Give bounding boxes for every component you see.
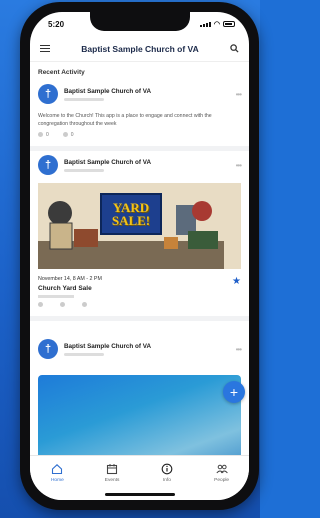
comment-button[interactable] <box>60 302 68 308</box>
church-avatar[interactable]: † <box>38 339 58 359</box>
info-icon <box>161 463 173 475</box>
event-date: November 14, 8 AM - 2 PM <box>38 276 102 282</box>
tab-home[interactable]: Home <box>37 463 77 500</box>
like-button[interactable] <box>38 302 46 308</box>
notch <box>90 12 190 31</box>
add-post-button[interactable]: + <box>223 381 245 403</box>
post-author[interactable]: Baptist Sample Church of VA <box>64 88 230 95</box>
post-reactions: 0 0 <box>38 132 241 138</box>
home-icon <box>52 464 63 475</box>
tab-label: People <box>214 478 230 483</box>
phone-screen: 5:20 ◠ Baptist Sample Church of VA Recen… <box>30 12 249 500</box>
section-title: Recent Activity <box>38 69 85 76</box>
status-time: 5:20 <box>48 19 65 29</box>
post-image[interactable] <box>38 375 241 455</box>
more-options-icon[interactable]: ••• <box>236 161 242 170</box>
more-options-icon[interactable]: ••• <box>236 90 242 99</box>
church-avatar[interactable]: † <box>38 155 58 175</box>
post-header: † Baptist Sample Church of VA ••• <box>38 339 242 359</box>
phone-frame: 5:20 ◠ Baptist Sample Church of VA Recen… <box>20 2 259 510</box>
church-avatar[interactable]: † <box>38 84 58 104</box>
post-card[interactable]: † Baptist Sample Church of VA ••• <box>30 151 249 321</box>
post-author[interactable]: Baptist Sample Church of VA <box>64 343 230 350</box>
more-options-icon[interactable]: ••• <box>236 345 242 354</box>
tab-people[interactable]: People <box>202 463 242 500</box>
home-indicator[interactable] <box>105 493 175 496</box>
battery-icon <box>223 21 235 27</box>
tab-label: Events <box>104 478 120 483</box>
event-location <box>38 295 74 298</box>
like-icon <box>38 132 43 138</box>
post-timestamp <box>64 97 104 101</box>
menu-icon[interactable] <box>40 44 50 53</box>
feed[interactable]: Recent Activity † Baptist Sample Church … <box>30 63 249 455</box>
share-button[interactable] <box>82 302 90 308</box>
post-header: † Baptist Sample Church of VA ••• <box>38 84 242 104</box>
event-info[interactable]: November 14, 8 AM - 2 PM Church Yard Sal… <box>38 276 241 298</box>
sign-text-sale: SALE! <box>111 213 151 228</box>
post-card[interactable]: † Baptist Sample Church of VA ••• Welcom… <box>30 80 249 151</box>
calendar-icon <box>107 464 118 475</box>
like-icon <box>38 302 43 308</box>
tab-label: Info <box>162 478 171 483</box>
yard-sale-image[interactable]: YARD SALE! <box>38 183 241 269</box>
post-reactions <box>38 302 241 308</box>
comment-icon <box>60 302 65 308</box>
status-icons: ◠ <box>199 20 235 28</box>
yard-sale-sign: YARD SALE! <box>100 193 162 235</box>
post-timestamp <box>64 168 104 172</box>
post-author[interactable]: Baptist Sample Church of VA <box>64 159 230 166</box>
share-icon <box>82 302 87 308</box>
search-icon[interactable] <box>230 44 239 53</box>
comment-icon <box>62 132 68 138</box>
app-bar: Baptist Sample Church of VA <box>30 36 249 62</box>
post-timestamp <box>64 352 104 356</box>
event-title: Church Yard Sale <box>38 285 92 292</box>
tab-label: Home <box>50 478 64 483</box>
post-card[interactable]: † Baptist Sample Church of VA ••• <box>30 321 249 455</box>
star-icon[interactable]: ★ <box>232 276 241 287</box>
signal-icon <box>199 21 211 27</box>
page-title: Baptist Sample Church of VA <box>81 43 199 54</box>
wifi-icon: ◠ <box>213 21 220 28</box>
post-header: † Baptist Sample Church of VA ••• <box>38 155 242 175</box>
comment-count[interactable]: 0 <box>62 132 74 138</box>
people-icon <box>216 464 228 474</box>
like-count[interactable]: 0 <box>38 132 49 138</box>
post-body: Welcome to the Church! This app is a pla… <box>38 113 212 127</box>
